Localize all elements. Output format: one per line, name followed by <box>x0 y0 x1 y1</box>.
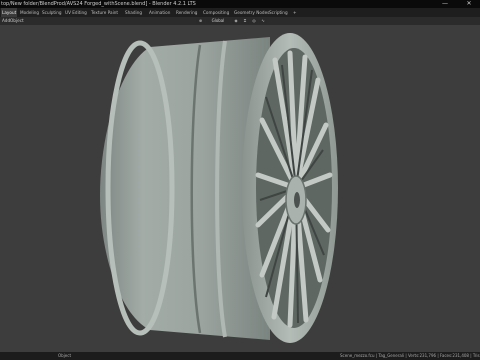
center-bore <box>294 192 300 208</box>
status-mode: Object <box>58 353 72 358</box>
tab-animation[interactable]: Animation <box>148 8 171 17</box>
menu-add[interactable]: Add <box>2 17 10 25</box>
status-bar: Object Scene_mezzo.fcu | Tag_Generali | … <box>0 352 480 360</box>
minimize-button[interactable]: — <box>438 0 452 8</box>
scene-statistics: Scene_mezzo.fcu | Tag_Generali | Verts:2… <box>340 353 480 358</box>
tab-modeling[interactable]: Modeling <box>19 8 40 17</box>
window-titlebar: top/New folder/BlendProd/AVS24 Forged_wi… <box>0 0 480 8</box>
tab-uv-editing[interactable]: UV Editing <box>64 8 88 17</box>
overlay-icon[interactable]: ∿ <box>259 18 267 24</box>
orientation-icon[interactable]: ⊕ <box>196 18 205 24</box>
tab-shading[interactable]: Shading <box>124 8 143 17</box>
window-title: top/New folder/BlendProd/AVS24 Forged_wi… <box>1 1 196 7</box>
workspace-tabs: Layout Modeling Sculpting UV Editing Tex… <box>0 8 480 24</box>
viewport-header: Add Object ⊕ Global ◈ ⌗ ◎ ∿ <box>0 17 480 25</box>
tab-scripting[interactable]: Scripting <box>268 8 289 17</box>
tab-layout[interactable]: Layout <box>1 8 18 17</box>
tab-geometry-nodes[interactable]: Geometry Nodes <box>233 8 270 17</box>
proportional-edit-icon[interactable]: ◎ <box>250 18 258 24</box>
tab-sculpting[interactable]: Sculpting <box>41 8 63 17</box>
snap-icon[interactable]: ⌗ <box>241 18 249 24</box>
tab-compositing[interactable]: Compositing <box>202 8 230 17</box>
tab-texture-paint[interactable]: Texture Paint <box>90 8 119 17</box>
tab-rendering[interactable]: Rendering <box>175 8 198 17</box>
wheel-render <box>100 33 338 343</box>
close-button[interactable]: ✕ <box>462 0 476 8</box>
menu-object[interactable]: Object <box>10 17 24 25</box>
transform-orientation-dropdown[interactable]: Global <box>206 18 230 24</box>
add-workspace-button[interactable]: + <box>292 8 298 17</box>
pivot-icon[interactable]: ◈ <box>232 18 240 24</box>
